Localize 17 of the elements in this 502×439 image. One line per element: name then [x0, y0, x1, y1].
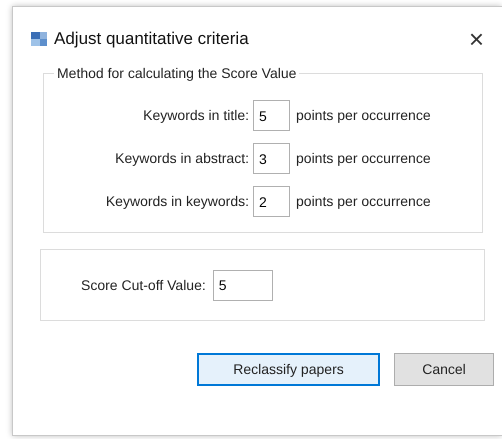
reclassify-button[interactable]: Reclassify papers: [197, 353, 380, 386]
field-label: Keywords in title:: [142, 106, 249, 125]
window-title: Adjust quantitative criteria: [54, 28, 249, 50]
group-legend: Method for calculating the Score Value: [54, 63, 300, 84]
app-icon: [30, 30, 48, 48]
input-field[interactable]: 5: [212, 270, 273, 300]
unit-label: points per occurrence: [296, 192, 431, 211]
input-field[interactable]: 2: [253, 186, 290, 217]
close-button[interactable]: ×: [468, 26, 484, 52]
input-field[interactable]: 5: [253, 100, 290, 131]
field-label: Keywords in abstract:: [114, 149, 249, 168]
unit-label: points per occurrence: [296, 106, 431, 125]
field-label: Keywords in keywords:: [104, 192, 249, 211]
unit-label: points per occurrence: [296, 149, 431, 168]
input-field[interactable]: 3: [253, 143, 290, 174]
field-label: Score Cut-off Value:: [81, 276, 206, 294]
cancel-button[interactable]: Cancel: [394, 353, 494, 386]
